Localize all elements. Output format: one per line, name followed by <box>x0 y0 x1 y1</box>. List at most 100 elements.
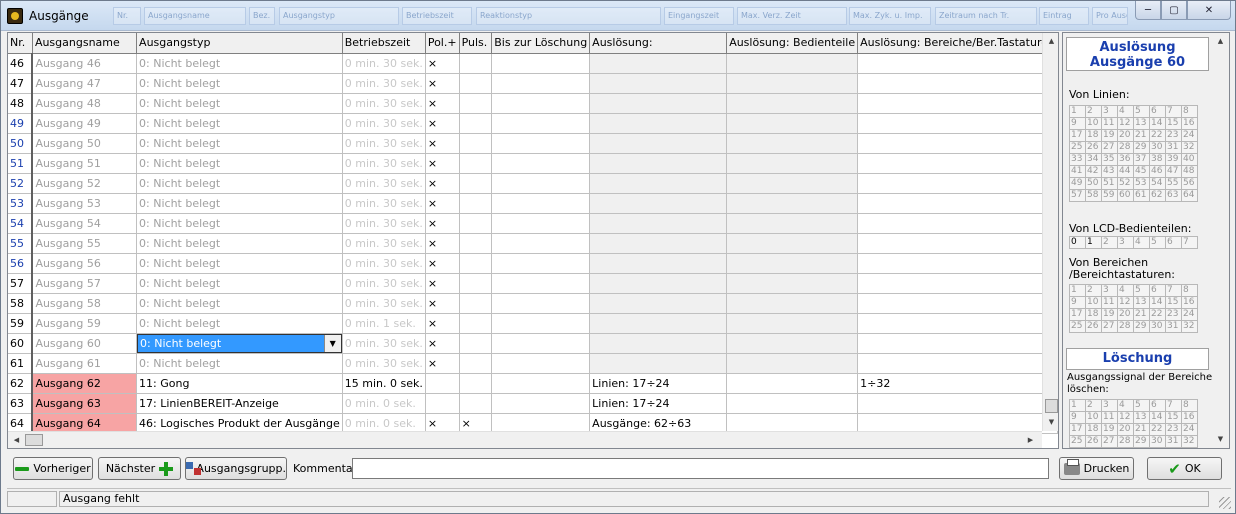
operating-time-cell[interactable]: 0 min. 30 sek. <box>342 253 426 274</box>
number-cell[interactable]: 38 <box>1150 154 1166 166</box>
trigger-cell[interactable] <box>589 273 728 294</box>
table-row[interactable]: 50 Ausgang 50 0: Nicht belegt 0 min. 30 sek… <box>8 133 1058 154</box>
operating-time-cell[interactable]: 0 min. 30 sek. <box>342 53 426 74</box>
next-button[interactable]: Nächster <box>98 457 181 480</box>
trigger-keypads-cell[interactable] <box>726 273 859 294</box>
row-number[interactable]: 63 <box>8 393 34 414</box>
number-cell[interactable]: 30 <box>1150 321 1166 333</box>
trigger-keypads-cell[interactable] <box>726 333 859 354</box>
operating-time-cell[interactable]: 0 min. 30 sek. <box>342 293 426 314</box>
ok-button[interactable]: ✔ OK <box>1147 457 1222 480</box>
output-type-cell[interactable]: 0: Nicht belegt <box>136 213 343 234</box>
polarity-cell[interactable]: × <box>425 173 460 194</box>
trigger-cell[interactable] <box>589 113 728 134</box>
column-header[interactable]: Bis zur Löschung <box>491 33 591 54</box>
output-name-cell[interactable]: Ausgang 64 <box>32 413 138 434</box>
number-cell[interactable]: 27 <box>1102 436 1118 448</box>
operating-time-cell[interactable]: 0 min. 30 sek. <box>342 333 426 354</box>
number-cell[interactable]: 20 <box>1118 130 1134 142</box>
output-type-cell[interactable]: 46: Logisches Produkt der Ausgänge <box>136 413 343 434</box>
pulse-cell[interactable] <box>459 293 493 314</box>
output-name-cell[interactable]: Ausgang 52 <box>32 173 138 194</box>
operating-time-cell[interactable]: 0 min. 30 sek. <box>342 193 426 214</box>
number-cell[interactable]: 32 <box>1182 142 1198 154</box>
operating-time-cell[interactable]: 0 min. 30 sek. <box>342 153 426 174</box>
column-header[interactable]: Auslösung: Bereiche/Ber.Tastaturen <box>857 33 1058 54</box>
number-cell[interactable]: 40 <box>1182 154 1198 166</box>
number-cell[interactable]: 41 <box>1070 166 1086 178</box>
trigger-cell[interactable] <box>589 253 728 274</box>
trigger-cell[interactable]: Linien: 17÷24 <box>589 373 728 394</box>
row-number[interactable]: 53 <box>8 193 34 214</box>
table-row[interactable]: 49 Ausgang 49 0: Nicht belegt 0 min. 30 sek… <box>8 113 1058 134</box>
operating-time-cell[interactable]: 15 min. 0 sek. <box>342 373 426 394</box>
trigger-keypads-cell[interactable] <box>726 313 859 334</box>
number-cell[interactable]: 59 <box>1102 190 1118 202</box>
operating-time-cell[interactable]: 0 min. 30 sek. <box>342 113 426 134</box>
trigger-keypads-cell[interactable] <box>726 113 859 134</box>
table-row[interactable]: 48 Ausgang 48 0: Nicht belegt 0 min. 30 sek… <box>8 93 1058 114</box>
polarity-cell[interactable]: × <box>425 313 460 334</box>
number-cell[interactable]: 4 <box>1118 106 1134 118</box>
number-cell[interactable]: 33 <box>1070 154 1086 166</box>
table-row[interactable]: 53 Ausgang 53 0: Nicht belegt 0 min. 30 sek… <box>8 193 1058 214</box>
polarity-cell[interactable]: × <box>425 333 460 354</box>
trigger-partitions-cell[interactable] <box>857 413 1058 434</box>
number-cell[interactable]: 23 <box>1166 130 1182 142</box>
trigger-cell[interactable] <box>589 333 728 354</box>
polarity-cell[interactable]: × <box>425 153 460 174</box>
trigger-partitions-cell[interactable]: 1÷32 <box>857 373 1058 394</box>
number-cell[interactable]: 26 <box>1086 436 1102 448</box>
scroll-left-icon[interactable]: ◀ <box>8 432 25 448</box>
number-cell[interactable]: 7 <box>1182 237 1198 249</box>
operating-time-cell[interactable]: 0 min. 30 sek. <box>342 353 426 374</box>
table-row[interactable]: 51 Ausgang 51 0: Nicht belegt 0 min. 30 sek… <box>8 153 1058 174</box>
operating-time-cell[interactable]: 0 min. 1 sek. <box>342 313 426 334</box>
panel-vertical-scrollbar[interactable]: ▲ ▼ <box>1212 33 1229 448</box>
trigger-partitions-cell[interactable] <box>857 393 1058 414</box>
pulse-cell[interactable] <box>459 213 493 234</box>
number-cell[interactable]: 27 <box>1102 142 1118 154</box>
output-name-cell[interactable]: Ausgang 59 <box>32 313 138 334</box>
table-row[interactable]: 59 Ausgang 59 0: Nicht belegt 0 min. 1 sek.… <box>8 313 1058 334</box>
number-cell[interactable]: 23 <box>1166 309 1182 321</box>
trigger-cell[interactable] <box>589 93 728 114</box>
output-type-cell[interactable]: 0: Nicht belegt <box>136 193 343 214</box>
number-cell[interactable]: 30 <box>1150 142 1166 154</box>
number-cell[interactable]: 12 <box>1118 118 1134 130</box>
until-clear-cell[interactable] <box>491 393 591 414</box>
number-cell[interactable]: 58 <box>1086 190 1102 202</box>
number-cell[interactable]: 11 <box>1102 412 1118 424</box>
trigger-cell[interactable] <box>589 133 728 154</box>
number-cell[interactable]: 7 <box>1166 400 1182 412</box>
partitions-grid[interactable]: 1 2 3 4 5 6 7 8 9 10 11 12 13 14 15 16 17 18 19 20 21 22 23 24 2… <box>1069 284 1198 333</box>
polarity-cell[interactable]: × <box>425 353 460 374</box>
column-header[interactable]: Ausgangsname <box>32 33 138 54</box>
number-cell[interactable]: 13 <box>1134 297 1150 309</box>
pulse-cell[interactable] <box>459 253 493 274</box>
until-clear-cell[interactable] <box>491 253 591 274</box>
row-number[interactable]: 62 <box>8 373 34 394</box>
trigger-partitions-cell[interactable] <box>857 353 1058 374</box>
number-cell[interactable]: 27 <box>1102 321 1118 333</box>
operating-time-cell[interactable]: 0 min. 30 sek. <box>342 133 426 154</box>
output-name-cell[interactable]: Ausgang 50 <box>32 133 138 154</box>
number-cell[interactable]: 13 <box>1134 118 1150 130</box>
number-cell[interactable]: 6 <box>1150 285 1166 297</box>
number-cell[interactable]: 16 <box>1182 297 1198 309</box>
table-row[interactable]: 60 Ausgang 60 0: Nicht belegt ▼ 0 min. 30 se… <box>8 333 1058 354</box>
number-cell[interactable]: 11 <box>1102 297 1118 309</box>
number-cell[interactable]: 10 <box>1086 297 1102 309</box>
number-cell[interactable]: 52 <box>1118 178 1134 190</box>
operating-time-cell[interactable]: 0 min. 30 sek. <box>342 233 426 254</box>
trigger-keypads-cell[interactable] <box>726 53 859 74</box>
row-number[interactable]: 47 <box>8 73 34 94</box>
column-header[interactable]: Nr. <box>8 33 33 54</box>
number-cell[interactable]: 62 <box>1150 190 1166 202</box>
until-clear-cell[interactable] <box>491 193 591 214</box>
polarity-cell[interactable]: × <box>425 133 460 154</box>
until-clear-cell[interactable] <box>491 93 591 114</box>
table-row[interactable]: 56 Ausgang 56 0: Nicht belegt 0 min. 30 sek… <box>8 253 1058 274</box>
number-cell[interactable]: 36 <box>1118 154 1134 166</box>
pulse-cell[interactable] <box>459 233 493 254</box>
